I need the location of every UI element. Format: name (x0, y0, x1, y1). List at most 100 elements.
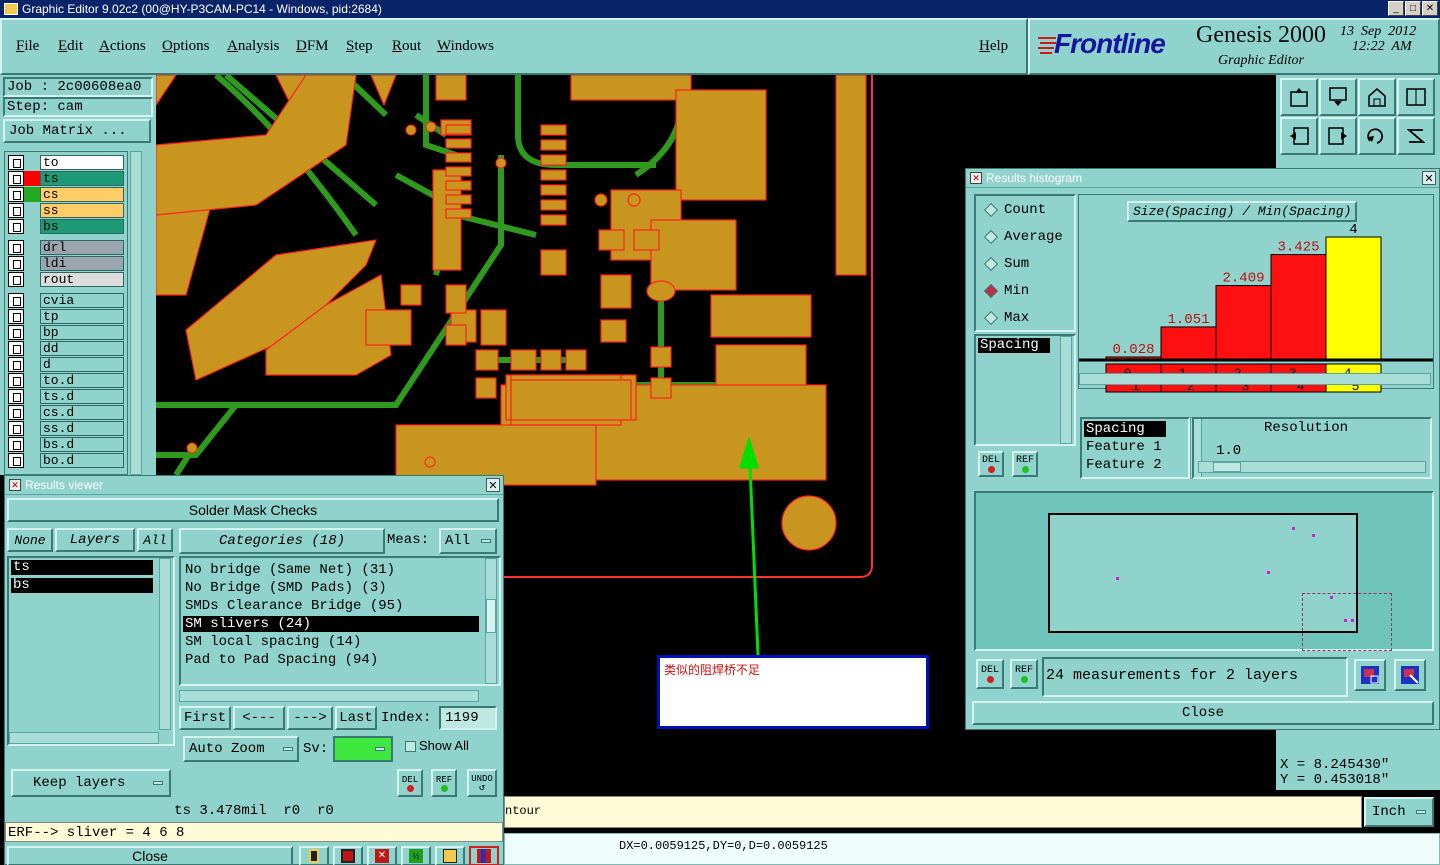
layer-checkbox[interactable] (8, 437, 24, 452)
layer-row-bs[interactable]: bs (8, 219, 124, 234)
viewer-titlebar[interactable]: ✕ Results viewer ✕ (5, 476, 503, 495)
category-scroll-thumb[interactable] (486, 599, 496, 633)
layer-name[interactable]: bs.d (40, 437, 124, 452)
mode-sum[interactable]: Sum (983, 256, 1029, 272)
viewer-layer-list[interactable]: ts bs (7, 556, 175, 746)
viewer-tool-6-icon[interactable] (469, 846, 499, 865)
menu-file[interactable]: File (16, 38, 39, 55)
viewer-layer-ts[interactable]: ts (11, 560, 153, 575)
layer-name[interactable]: to (40, 155, 124, 170)
layer-name[interactable]: cs (40, 187, 124, 202)
attribute-spacing[interactable]: Spacing (1084, 421, 1166, 437)
viewer-layer-hscroll[interactable] (9, 732, 159, 744)
tool-left-icon[interactable] (1280, 117, 1318, 155)
layer-checkbox[interactable] (8, 453, 24, 468)
menu-step[interactable]: Step (346, 38, 373, 55)
job-matrix-button[interactable]: Job Matrix ... (3, 119, 151, 143)
category-item[interactable]: SM slivers (24) (183, 616, 479, 632)
layer-name[interactable]: d (40, 357, 124, 372)
layer-checkbox[interactable] (8, 219, 24, 234)
layer-color-swatch[interactable] (24, 293, 40, 308)
layer-checkbox[interactable] (8, 187, 24, 202)
viewer-del-button[interactable]: DEL (397, 769, 423, 797)
layer-row-drl[interactable]: drl (8, 240, 124, 255)
categories-button[interactable]: Categories (18) (179, 528, 385, 554)
list-scrollbar[interactable] (1060, 336, 1072, 444)
layer-row-ss[interactable]: ss (8, 203, 124, 218)
layer-name[interactable]: ts (40, 171, 124, 186)
layer-name[interactable]: cvia (40, 293, 124, 308)
layer-name[interactable]: drl (40, 240, 124, 255)
preview-zoom-window-icon[interactable] (1394, 659, 1426, 691)
layer-name[interactable]: bp (40, 325, 124, 340)
layer-row-ss-d[interactable]: ss.d (8, 421, 124, 436)
viewer-undo-button[interactable]: UNDO ↺ (467, 769, 497, 797)
attribute-list[interactable]: Spacing Feature 1 Feature 2 (1080, 417, 1202, 479)
layer-color-swatch[interactable] (24, 389, 40, 404)
layer-color-swatch[interactable] (24, 421, 40, 436)
layer-row-rout[interactable]: rout (8, 272, 124, 287)
layer-checkbox[interactable] (8, 272, 24, 287)
preview-zoom-fit-icon[interactable] (1354, 659, 1386, 691)
layers-button[interactable]: Layers (55, 528, 135, 552)
menu-analysis[interactable]: Analysis (227, 38, 280, 55)
histogram-close-icon[interactable]: ✕ (1422, 171, 1436, 185)
menu-help[interactable]: Help (979, 38, 1008, 55)
tool-panel-icon[interactable] (1397, 78, 1435, 116)
menu-options[interactable]: Options (162, 38, 210, 55)
tool-up-icon[interactable] (1280, 78, 1318, 116)
layer-color-swatch[interactable] (24, 272, 40, 287)
layer-color-swatch[interactable] (24, 405, 40, 420)
resolution-slider-thumb[interactable] (1213, 462, 1241, 472)
layer-color-swatch[interactable] (24, 357, 40, 372)
layer-row-to-d[interactable]: to.d (8, 373, 124, 388)
category-item[interactable]: SMDs Clearance Bridge (95) (183, 598, 479, 614)
tool-home-icon[interactable] (1358, 78, 1396, 116)
layer-row-tp[interactable]: tp (8, 309, 124, 324)
layer-checkbox[interactable] (8, 155, 24, 170)
window-menu-icon[interactable]: ✕ (970, 172, 982, 184)
category-scrollbar[interactable] (485, 558, 497, 684)
layer-row-ts[interactable]: ts (8, 171, 124, 186)
layer-checkbox[interactable] (8, 309, 24, 324)
layer-checkbox[interactable] (8, 171, 24, 186)
layer-checkbox[interactable] (8, 389, 24, 404)
layer-color-swatch[interactable] (24, 341, 40, 356)
auto-zoom-select[interactable]: Auto Zoom (183, 736, 299, 762)
next-button[interactable]: ---> (287, 706, 333, 730)
tool-right-icon[interactable] (1319, 117, 1357, 155)
viewer-close-button[interactable]: Close (7, 846, 293, 865)
layer-color-swatch[interactable] (24, 325, 40, 340)
histogram-titlebar[interactable]: ✕ Results histogram ✕ (966, 169, 1439, 188)
layers-all-button[interactable]: All (137, 528, 173, 552)
layer-row-ldi[interactable]: ldi (8, 256, 124, 271)
layer-list-scrollbar[interactable] (130, 151, 142, 475)
histogram-list[interactable]: Spacing (974, 334, 1076, 446)
preview-del-button[interactable]: DEL (976, 659, 1004, 689)
category-item[interactable]: SM local spacing (14) (183, 634, 479, 650)
first-button[interactable]: First (179, 706, 231, 730)
category-list[interactable]: No bridge (Same Net) (31) No Bridge (SMD … (179, 556, 501, 686)
viewer-layer-bs[interactable]: bs (11, 578, 153, 593)
mode-average[interactable]: Average (983, 229, 1063, 245)
attribute-feature-2[interactable]: Feature 2 (1086, 457, 1162, 473)
unit-select[interactable]: Inch (1364, 797, 1434, 827)
layer-checkbox[interactable] (8, 325, 24, 340)
layer-row-bo-d[interactable]: bo.d (8, 453, 124, 468)
layer-color-swatch[interactable] (24, 219, 40, 234)
layer-checkbox[interactable] (8, 256, 24, 271)
layer-color-swatch[interactable] (24, 203, 40, 218)
viewer-tool-2-icon[interactable] (333, 846, 363, 865)
layer-checkbox[interactable] (8, 341, 24, 356)
layer-color-swatch[interactable] (24, 453, 40, 468)
attribute-feature-1[interactable]: Feature 1 (1086, 439, 1162, 455)
tool-down-icon[interactable] (1319, 78, 1357, 116)
mode-min[interactable]: Min (983, 283, 1029, 299)
resolution-slider[interactable] (1198, 461, 1426, 473)
layer-color-swatch[interactable] (24, 171, 40, 186)
layer-checkbox[interactable] (8, 405, 24, 420)
menu-rout[interactable]: Rout (392, 38, 421, 55)
show-all-checkbox[interactable] (405, 741, 416, 752)
layer-name[interactable]: dd (40, 341, 124, 356)
tool-rotate-icon[interactable] (1358, 117, 1396, 155)
